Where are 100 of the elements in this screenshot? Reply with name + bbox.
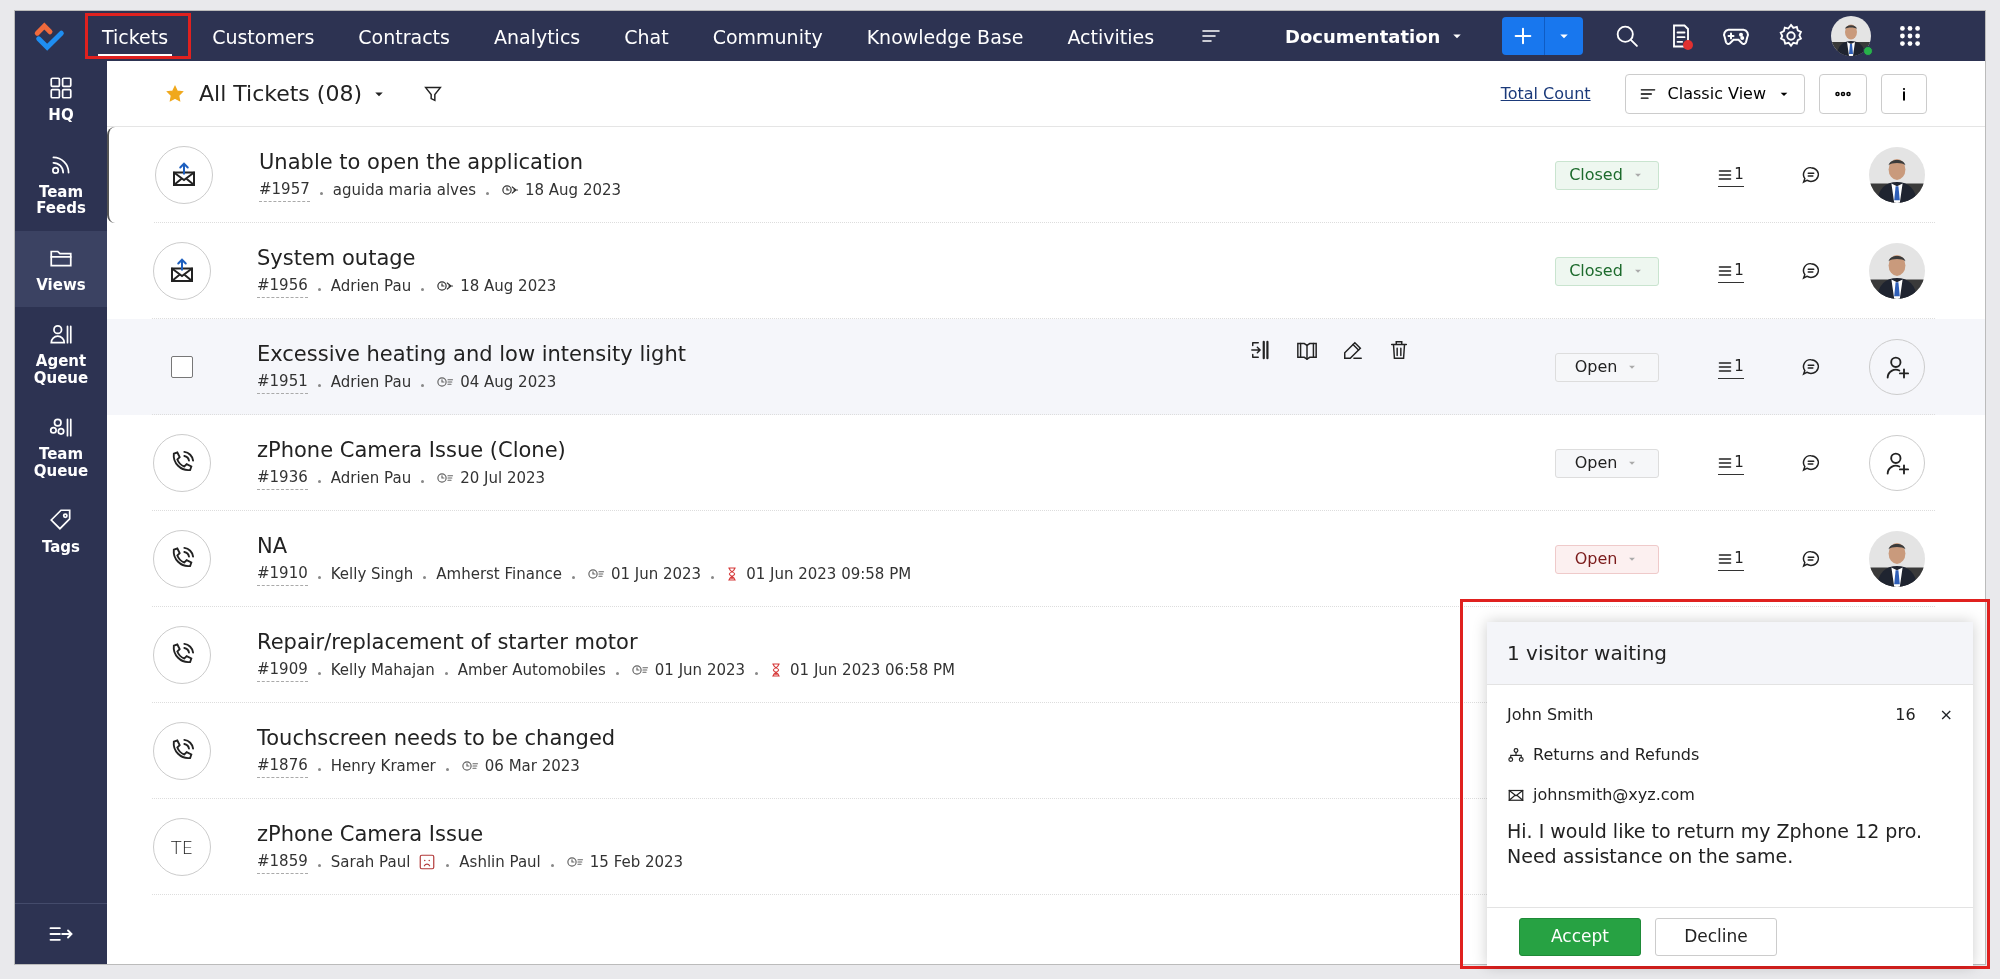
department-name: Returns and Refunds bbox=[1533, 744, 1700, 766]
nav-tab[interactable]: Knowledge Base bbox=[862, 17, 1028, 57]
ticket-title[interactable]: Repair/replacement of starter motor bbox=[257, 628, 638, 657]
thread-count[interactable]: 1 bbox=[1718, 163, 1744, 187]
ticket-title[interactable]: zPhone Camera Issue (Clone) bbox=[257, 436, 566, 465]
status-dropdown[interactable]: Open bbox=[1555, 544, 1659, 574]
comment-icon[interactable] bbox=[1800, 356, 1822, 378]
sidebar-item[interactable]: Team Queue bbox=[15, 400, 107, 493]
thread-count[interactable]: 1 bbox=[1718, 451, 1744, 475]
separator-dot bbox=[755, 671, 759, 675]
ticket-title[interactable]: Excessive heating and low intensity light bbox=[257, 340, 686, 369]
ticket-number[interactable]: #1957 bbox=[259, 178, 310, 202]
visitor-email: johnsmith@xyz.com bbox=[1533, 784, 1695, 806]
thread-count[interactable]: 1 bbox=[1718, 547, 1744, 571]
nav-tab[interactable]: Community bbox=[708, 17, 827, 57]
decline-button[interactable]: Decline bbox=[1655, 918, 1777, 956]
ticket-row[interactable]: NA #1910 Kelly Singh Amherst Finance 01 Jun 2023 01 Jun 2023 09:58 PM Open 1 bbox=[107, 511, 1985, 607]
row-checkbox[interactable] bbox=[171, 356, 193, 378]
portal-name[interactable]: Documentation bbox=[1285, 22, 1441, 50]
separator-dot bbox=[445, 767, 449, 771]
more-button[interactable] bbox=[1819, 73, 1867, 114]
separator-dot bbox=[711, 575, 715, 579]
separator-dot bbox=[317, 287, 321, 291]
lines-icon bbox=[1718, 361, 1733, 372]
thread-count[interactable]: 1 bbox=[1718, 355, 1744, 379]
ticket-title[interactable]: Unable to open the application bbox=[259, 148, 584, 177]
comment-icon[interactable] bbox=[1800, 164, 1822, 186]
delete-icon[interactable] bbox=[1388, 339, 1410, 361]
contact-name: Kelly Mahajan bbox=[330, 659, 435, 681]
ticket-row[interactable]: Unable to open the application #1957 aguida maria alves 18 Aug 2023 Closed 1 bbox=[107, 127, 1985, 223]
ticket-number[interactable]: #1876 bbox=[257, 754, 308, 778]
separator-dot bbox=[317, 863, 321, 867]
nav-tab[interactable]: Analytics bbox=[489, 17, 585, 57]
ticket-row[interactable]: zPhone Camera Issue (Clone) #1936 Adrien Pau 20 Jul 2023 Open 1 bbox=[107, 415, 1985, 511]
status-dropdown[interactable]: Open bbox=[1555, 352, 1659, 382]
separator-dot bbox=[319, 191, 323, 195]
status-dropdown[interactable]: Open bbox=[1555, 448, 1659, 478]
nav-tab[interactable]: Chat bbox=[620, 17, 673, 57]
separator-dot bbox=[615, 671, 619, 675]
nav-tab[interactable]: Tickets bbox=[98, 17, 173, 57]
sidebar-item[interactable]: Tags bbox=[15, 493, 107, 570]
contact-name: aguida maria alves bbox=[332, 179, 476, 201]
total-count-link[interactable]: Total Count bbox=[1500, 81, 1591, 106]
separator-dot bbox=[446, 863, 450, 867]
sidebar-item[interactable]: HQ bbox=[15, 61, 107, 138]
chat-message: Hi. I would like to return my Zphone 12 pro. Need assistance on the same. bbox=[1507, 819, 1924, 869]
contact-name: Ashlin Paul bbox=[459, 851, 541, 873]
status-dropdown[interactable]: Closed bbox=[1555, 160, 1659, 190]
nav-tab[interactable]: Customers bbox=[208, 17, 319, 57]
status-dropdown[interactable]: Closed bbox=[1555, 256, 1659, 286]
ticket-title[interactable]: System outage bbox=[257, 244, 416, 273]
contact-name: Amber Automobiles bbox=[457, 659, 606, 681]
nav-tab[interactable]: Contracts bbox=[354, 17, 454, 57]
separator-dot bbox=[421, 287, 425, 291]
sidebar-item[interactable]: Agent Queue bbox=[15, 307, 107, 400]
ticket-number[interactable]: #1956 bbox=[257, 274, 308, 298]
separator-dot bbox=[317, 575, 321, 579]
move-icon[interactable] bbox=[1250, 339, 1272, 361]
separator-dot bbox=[317, 383, 321, 387]
sidebar-item[interactable]: Team Feeds bbox=[15, 137, 107, 231]
ticket-title[interactable]: zPhone Camera Issue bbox=[257, 820, 484, 849]
separator-dot bbox=[550, 863, 554, 867]
close-button[interactable]: × bbox=[1939, 703, 1953, 727]
view-dropdown[interactable]: Classic View bbox=[1624, 73, 1805, 114]
thread-count[interactable]: 1 bbox=[1718, 259, 1744, 283]
ticket-row[interactable]: System outage #1956 Adrien Pau 18 Aug 2023 Closed 1 bbox=[107, 223, 1985, 319]
ticket-date: 01 Jun 2023 bbox=[654, 659, 746, 681]
nav-tab[interactable]: Activities bbox=[1063, 17, 1159, 57]
separator-dot bbox=[444, 671, 448, 675]
edit-icon[interactable] bbox=[1342, 339, 1364, 361]
overdue-time: 01 Jun 2023 06:58 PM bbox=[790, 659, 956, 681]
ticket-title[interactable]: NA bbox=[257, 532, 288, 561]
separator-dot bbox=[317, 671, 321, 675]
ticket-number[interactable]: #1910 bbox=[257, 562, 308, 586]
comment-icon[interactable] bbox=[1800, 260, 1822, 282]
contact-name: Adrien Pau bbox=[330, 371, 412, 393]
overdue-time: 01 Jun 2023 09:58 PM bbox=[746, 563, 912, 585]
comment-icon[interactable] bbox=[1800, 548, 1822, 570]
ticket-number[interactable]: #1951 bbox=[257, 370, 308, 394]
separator-dot bbox=[421, 383, 425, 387]
separator-dot bbox=[317, 767, 321, 771]
wait-count: 16 bbox=[1895, 704, 1916, 726]
ticket-date: 04 Aug 2023 bbox=[460, 371, 557, 393]
comment-icon[interactable] bbox=[1800, 452, 1822, 474]
ticket-number[interactable]: #1936 bbox=[257, 466, 308, 490]
separator-dot bbox=[486, 191, 489, 195]
ticket-number[interactable]: #1909 bbox=[257, 658, 308, 682]
sidebar-item[interactable]: Views bbox=[15, 230, 107, 307]
department-icon bbox=[1507, 746, 1525, 764]
ticket-date: 18 Aug 2023 bbox=[525, 179, 622, 201]
new-button[interactable] bbox=[1502, 17, 1584, 55]
star-icon[interactable] bbox=[165, 83, 185, 104]
ticket-number[interactable]: #1859 bbox=[257, 850, 308, 874]
ticket-date: 18 Aug 2023 bbox=[460, 275, 557, 297]
ticket-title[interactable]: Touchscreen needs to be changed bbox=[257, 724, 616, 753]
contact-name: Adrien Pau bbox=[330, 467, 412, 489]
ticket-row[interactable]: Excessive heating and low intensity light #1951 Adrien Pau 04 Aug 2023 Open 1 bbox=[107, 319, 1985, 415]
view-title[interactable]: All Tickets (08) bbox=[199, 77, 362, 110]
grid-icon bbox=[48, 75, 74, 101]
contact-name: Sarah Paul bbox=[330, 851, 411, 873]
